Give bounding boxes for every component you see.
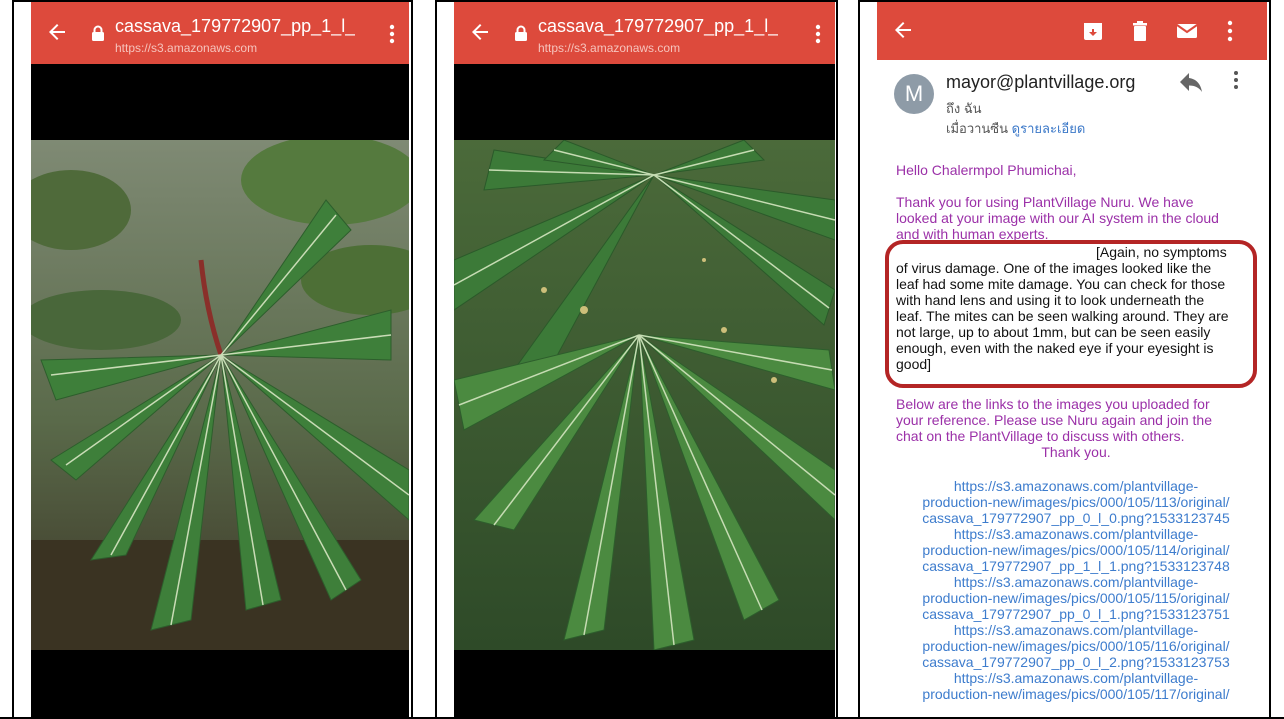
url-host: https://s3.amazonaws.com — [115, 41, 258, 55]
screenshot-panel-3: M mayor@plantvillage.org ถึง ฉัน เมื่อวา… — [858, 0, 1271, 719]
image-link-line[interactable]: https://s3.amazonaws.com/plantvillage- — [896, 526, 1256, 542]
sent-time: เมื่อวานซืน ดูรายละเอียด — [946, 118, 1085, 139]
cassava-leaf-photo-2 — [454, 140, 835, 650]
lock-icon — [515, 25, 527, 41]
intro-line: Thank you for using PlantVillage Nuru. W… — [896, 194, 1194, 210]
url-host: https://s3.amazonaws.com — [538, 41, 681, 55]
greeting-text: Hello Chalermpol Phumichai, — [896, 162, 1077, 178]
email-screen: M mayor@plantvillage.org ถึง ฉัน เมื่อวา… — [877, 2, 1267, 717]
image-link-line[interactable]: https://s3.amazonaws.com/plantvillage- — [896, 574, 1256, 590]
back-arrow-icon[interactable] — [891, 18, 915, 42]
archive-icon[interactable] — [1082, 20, 1104, 42]
sender-avatar[interactable]: M — [894, 74, 934, 114]
thank-you-text: Thank you. — [1041, 444, 1111, 460]
links-intro-line: your reference. Please use Nuru again an… — [896, 412, 1212, 428]
recipient-line: ถึง ฉัน — [946, 101, 982, 116]
image-link-line[interactable]: production-new/images/pics/000/105/115/o… — [896, 590, 1256, 606]
sender-address: mayor@plantvillage.org — [946, 72, 1136, 92]
browser-screen-1: cassava_179772907_pp_1_l_0... https://s3… — [31, 2, 409, 717]
overflow-menu-icon[interactable] — [815, 24, 821, 44]
browser-toolbar: cassava_179772907_pp_1_l_1... https://s3… — [454, 2, 835, 64]
url-title[interactable]: cassava_179772907_pp_1_l_1... — [538, 16, 778, 37]
browser-screen-2: cassava_179772907_pp_1_l_1... https://s3… — [454, 2, 835, 717]
reply-icon[interactable] — [1179, 72, 1203, 94]
image-link-line[interactable]: https://s3.amazonaws.com/plantvillage- — [896, 478, 1256, 494]
links-intro-paragraph: Below are the links to the images you up… — [896, 396, 1256, 460]
image-link-line[interactable]: production-new/images/pics/000/105/113/o… — [896, 494, 1256, 510]
highlight-box — [885, 240, 1257, 388]
browser-toolbar: cassava_179772907_pp_1_l_0... https://s3… — [31, 2, 409, 64]
intro-line: looked at your image with our AI system … — [896, 210, 1219, 226]
image-links: https://s3.amazonaws.com/plantvillage- p… — [896, 478, 1256, 702]
screenshot-panel-1: cassava_179772907_pp_1_l_0... https://s3… — [12, 0, 413, 719]
lock-icon — [92, 25, 104, 41]
overflow-menu-icon[interactable] — [1227, 20, 1233, 42]
image-link-line[interactable]: cassava_179772907_pp_0_l_2.png?153312375… — [896, 654, 1256, 670]
image-link-line[interactable]: production-new/images/pics/000/105/117/o… — [896, 686, 1256, 702]
overflow-menu-icon[interactable] — [389, 24, 395, 44]
url-title[interactable]: cassava_179772907_pp_1_l_0... — [115, 16, 355, 37]
links-intro-line: Below are the links to the images you up… — [896, 396, 1210, 412]
message-menu-icon[interactable] — [1233, 70, 1239, 90]
cassava-leaf-photo-1 — [31, 140, 409, 650]
links-intro-line: chat on the PlantVillage to discuss with… — [896, 428, 1185, 444]
view-details-link[interactable]: ดูรายละเอียด — [1012, 121, 1086, 136]
image-link-line[interactable]: production-new/images/pics/000/105/114/o… — [896, 542, 1256, 558]
image-link-line[interactable]: https://s3.amazonaws.com/plantvillage- — [896, 622, 1256, 638]
intro-paragraph: Thank you for using PlantVillage Nuru. W… — [896, 194, 1256, 242]
image-link-line[interactable]: cassava_179772907_pp_1_l_1.png?153312374… — [896, 558, 1256, 574]
screenshot-panel-2: cassava_179772907_pp_1_l_1... https://s3… — [435, 0, 838, 719]
delete-icon[interactable] — [1129, 20, 1151, 42]
back-arrow-icon[interactable] — [468, 20, 492, 44]
back-arrow-icon[interactable] — [45, 20, 69, 44]
email-toolbar — [877, 2, 1267, 60]
image-link-line[interactable]: cassava_179772907_pp_0_l_0.png?153312374… — [896, 510, 1256, 526]
mark-unread-icon[interactable] — [1176, 20, 1198, 42]
image-link-line[interactable]: production-new/images/pics/000/105/116/o… — [896, 638, 1256, 654]
image-link-line[interactable]: https://s3.amazonaws.com/plantvillage- — [896, 670, 1256, 686]
image-link-line[interactable]: cassava_179772907_pp_0_l_1.png?153312375… — [896, 606, 1256, 622]
sent-time-label: เมื่อวานซืน — [946, 121, 1009, 136]
